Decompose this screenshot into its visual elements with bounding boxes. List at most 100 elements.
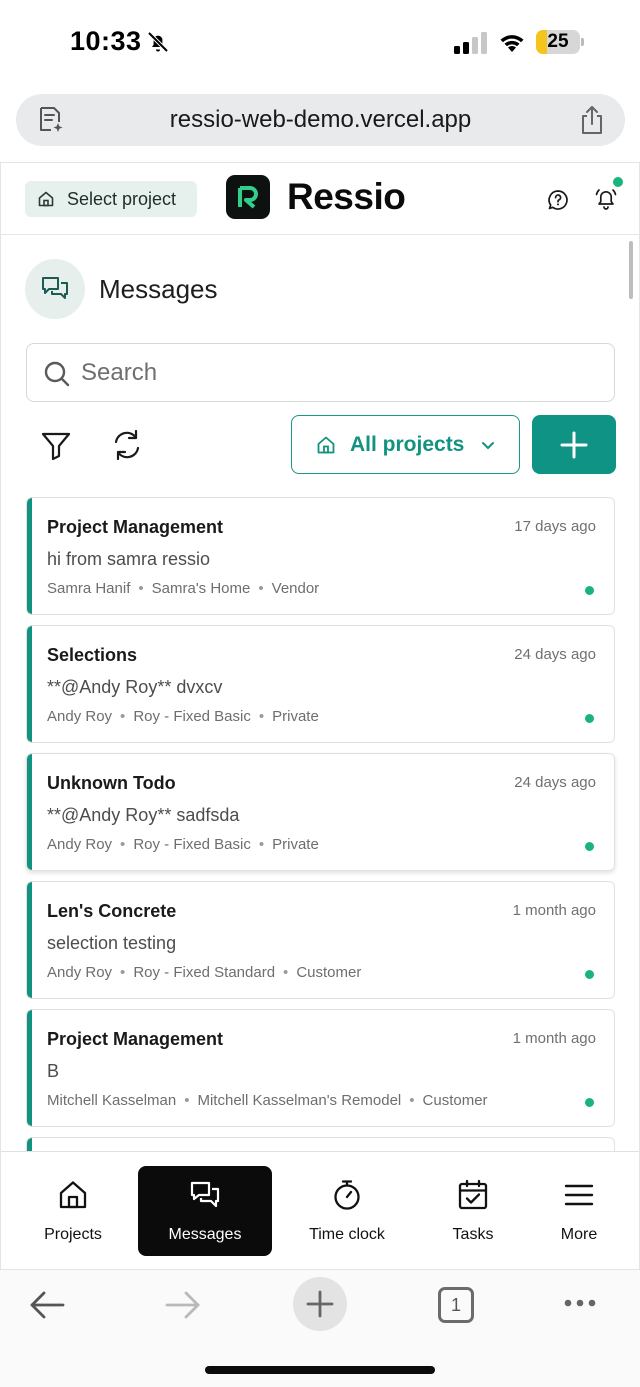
page-title-row: Messages — [25, 259, 218, 319]
message-audience: Private — [272, 836, 319, 853]
message-audience: Private — [272, 708, 319, 725]
unread-dot — [585, 714, 594, 723]
message-meta: Andy Roy • Roy - Fixed Basic • Private — [47, 708, 319, 725]
brand-name: Ressio — [287, 176, 406, 217]
stopwatch-icon — [334, 1180, 360, 1210]
unread-dot — [585, 586, 594, 595]
card-accent — [27, 1010, 32, 1126]
chat-bubbles-icon — [42, 277, 68, 299]
message-author: Andy Roy — [47, 708, 113, 725]
message-author: Andy Roy — [47, 964, 113, 981]
brand-logo[interactable]: Ressio — [226, 174, 406, 220]
message-preview: **@Andy Roy** sadfsda — [47, 805, 240, 825]
home-indicator[interactable] — [205, 1366, 435, 1374]
plus-icon — [306, 1290, 334, 1318]
message-card[interactable]: Len's Concrete 1 month ago selection tes… — [26, 881, 615, 999]
search-box[interactable] — [26, 343, 615, 402]
help-icon[interactable] — [547, 189, 569, 211]
notification-badge — [613, 177, 623, 187]
message-card[interactable]: Unknown Todo 24 days ago **@Andy Roy** s… — [26, 753, 615, 871]
battery-level: 25 — [547, 31, 569, 52]
address-bar[interactable]: ressio-web-demo.vercel.app — [16, 94, 625, 146]
battery-body: 25 — [536, 30, 580, 54]
nav-more-label: More — [560, 1226, 598, 1243]
message-project: Roy - Fixed Standard — [133, 964, 276, 981]
status-bar: 10:33 25 — [0, 0, 640, 88]
wifi-icon — [500, 35, 524, 52]
message-audience: Customer — [422, 1092, 488, 1109]
battery-icon: 25 — [536, 30, 584, 54]
unread-dot — [585, 970, 594, 979]
refresh-icon[interactable] — [109, 427, 145, 463]
message-preview: selection testing — [47, 933, 177, 953]
battery-nub — [581, 38, 584, 46]
bell-icon[interactable] — [595, 187, 617, 211]
project-filter-label: All projects — [350, 432, 465, 456]
select-project-button[interactable]: Select project — [25, 181, 197, 217]
nav-projects[interactable]: Projects — [19, 1166, 127, 1256]
home-icon — [38, 191, 54, 207]
message-audience: Vendor — [271, 580, 320, 597]
ellipsis-icon[interactable] — [562, 1297, 598, 1309]
message-audience: Customer — [296, 964, 362, 981]
message-project: Roy - Fixed Basic — [133, 836, 251, 853]
page-title: Messages — [99, 273, 218, 304]
project-filter-dropdown[interactable]: All projects — [291, 415, 520, 474]
browser-address-area: ressio-web-demo.vercel.app — [0, 88, 640, 162]
web-page: Select project Ressio Messages Search Al… — [0, 162, 640, 1270]
filter-icon[interactable] — [39, 429, 73, 463]
message-project: Roy - Fixed Basic — [133, 708, 251, 725]
calendar-check-icon — [458, 1179, 488, 1210]
nav-messages[interactable]: Messages — [138, 1166, 272, 1256]
message-author: Mitchell Kasselman — [47, 1092, 177, 1109]
message-time: 1 month ago — [512, 1030, 596, 1047]
nav-time-clock-label: Time clock — [309, 1226, 385, 1243]
message-title: Len's Concrete — [47, 901, 177, 921]
status-time: 10:33 — [70, 26, 142, 56]
ressio-logo-icon — [226, 175, 270, 219]
nav-more[interactable]: More — [525, 1166, 633, 1256]
message-meta: Andy Roy • Roy - Fixed Basic • Private — [47, 836, 319, 853]
plus-icon — [560, 431, 588, 458]
nav-projects-label: Projects — [44, 1226, 102, 1243]
nav-tasks[interactable]: Tasks — [419, 1166, 527, 1256]
message-card[interactable]: Selections 24 days ago **@Andy Roy** dvx… — [26, 625, 615, 743]
url-text[interactable]: ressio-web-demo.vercel.app — [16, 94, 625, 146]
browser-toolbar: 1 — [0, 1270, 640, 1387]
card-accent — [27, 754, 32, 870]
bell-slash-icon — [147, 31, 169, 53]
messages-header-icon — [25, 259, 85, 319]
message-meta: Mitchell Kasselman • Mitchell Kasselman's … — [47, 1092, 488, 1109]
share-icon[interactable] — [577, 104, 607, 136]
message-card[interactable]: Project Management 1 month ago B Mitchel… — [26, 1009, 615, 1127]
forward-arrow-icon[interactable] — [164, 1290, 202, 1320]
message-preview: hi from samra ressio — [47, 549, 211, 569]
message-author: Andy Roy — [47, 836, 113, 853]
chat-bubbles-icon — [190, 1181, 220, 1208]
nav-messages-label: Messages — [168, 1226, 242, 1243]
menu-icon — [564, 1184, 594, 1206]
app-header: Select project Ressio — [1, 163, 639, 235]
chevron-down-icon — [482, 441, 495, 449]
card-accent — [27, 498, 32, 614]
new-tab-button[interactable] — [293, 1277, 347, 1331]
message-time: 24 days ago — [514, 646, 596, 663]
message-time: 1 month ago — [512, 902, 596, 919]
message-meta: Samra Hanif • Samra's Home • Vendor — [47, 580, 320, 597]
message-meta: Andy Roy • Roy - Fixed Standard • Customer — [47, 964, 362, 981]
cellular-signal-icon — [454, 32, 487, 54]
search-input[interactable] — [81, 344, 601, 401]
tabs-icon[interactable]: 1 — [438, 1287, 474, 1323]
home-icon — [317, 436, 335, 453]
message-title: Unknown Todo — [47, 773, 176, 793]
message-time: 17 days ago — [514, 518, 596, 535]
message-card[interactable]: Project Management 17 days ago hi from s… — [26, 497, 615, 615]
scrollbar-thumb[interactable] — [629, 241, 633, 299]
search-icon — [44, 361, 70, 387]
unread-dot — [585, 842, 594, 851]
message-author: Samra Hanif — [47, 580, 131, 597]
back-arrow-icon[interactable] — [28, 1290, 66, 1320]
nav-time-clock[interactable]: Time clock — [293, 1166, 401, 1256]
new-message-button[interactable] — [532, 415, 616, 474]
message-preview: **@Andy Roy** dvxcv — [47, 677, 223, 697]
